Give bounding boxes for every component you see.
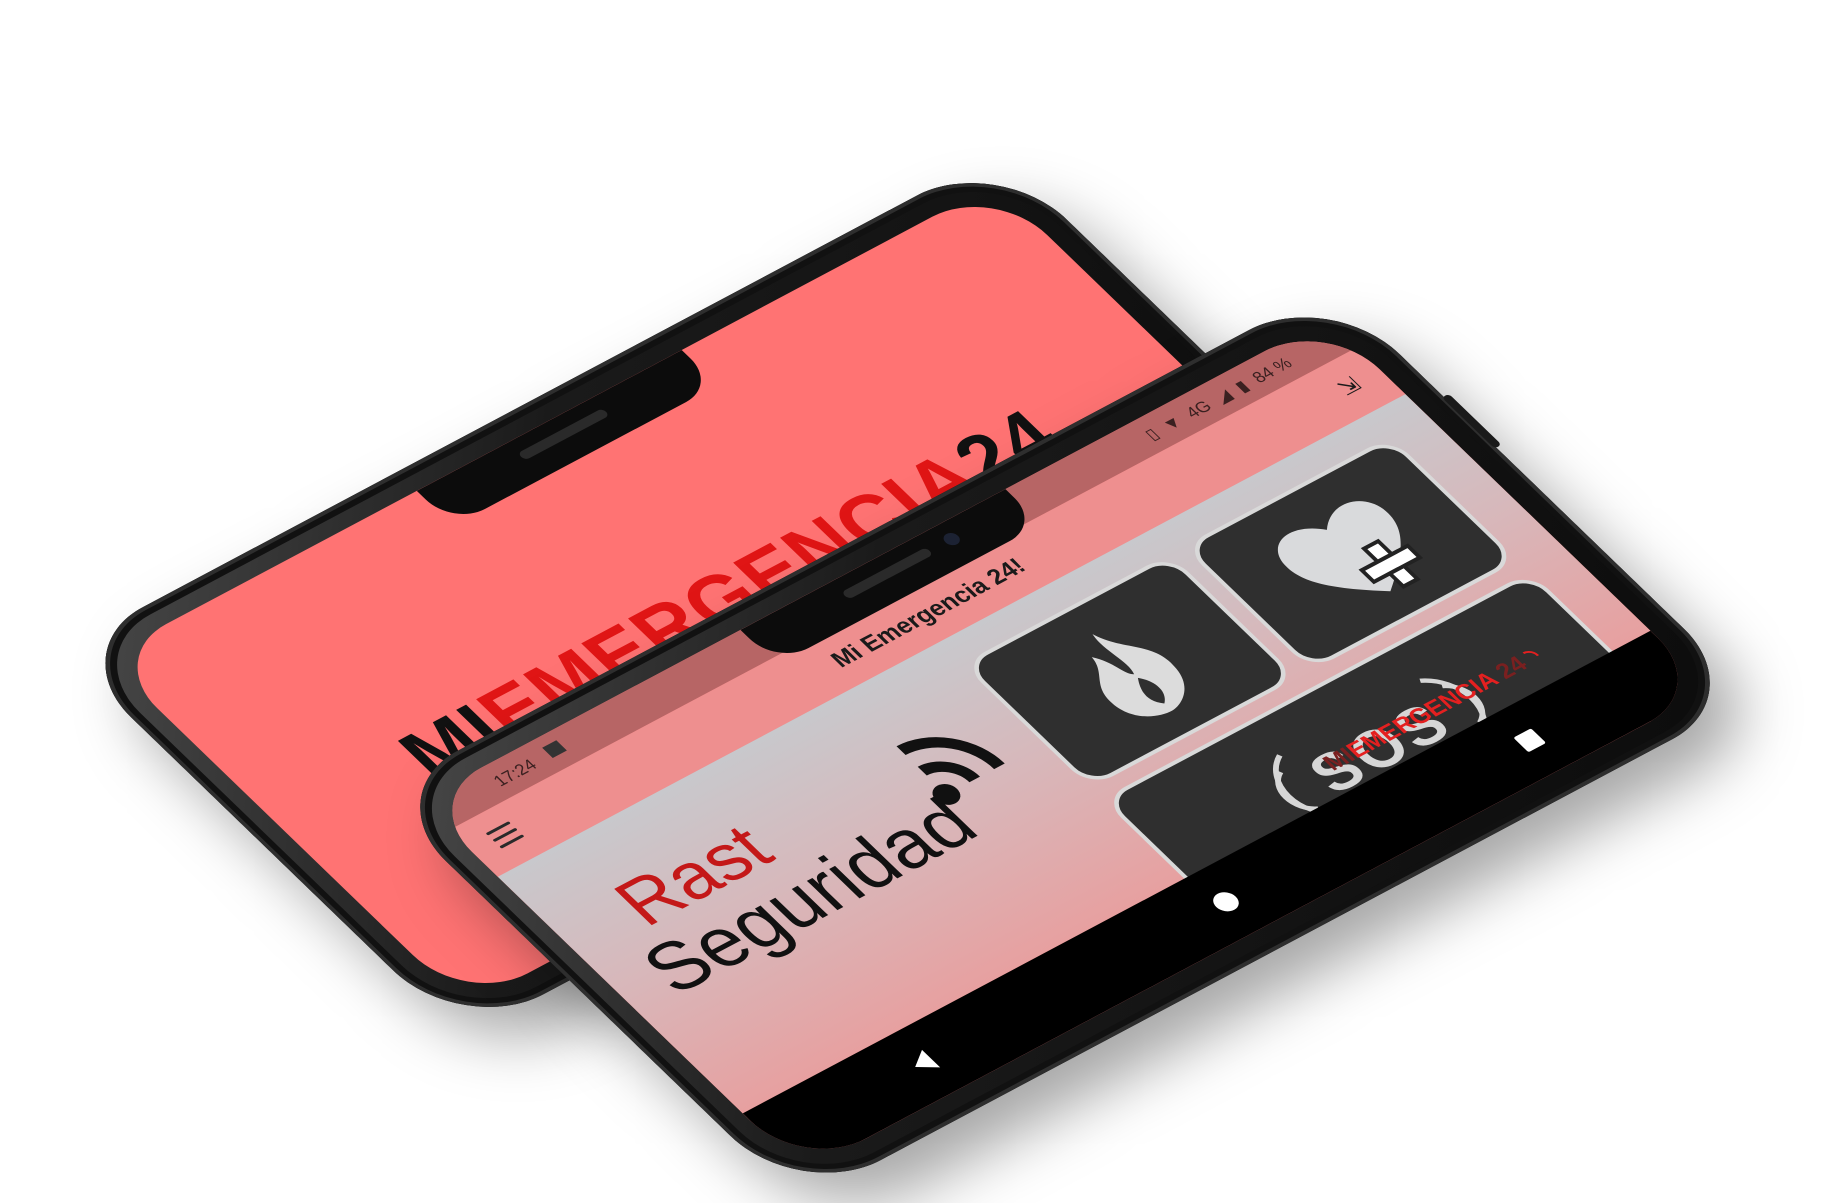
- wifi-status-icon: ▼: [1157, 412, 1188, 435]
- nav-back-icon[interactable]: [906, 1049, 941, 1076]
- heart-medical-icon: [1277, 501, 1423, 592]
- signal-icon: ◢: [1210, 386, 1237, 407]
- battery-icon: ▮: [1230, 377, 1254, 396]
- network-type: 4G: [1181, 397, 1216, 422]
- earpiece-speaker: [517, 408, 610, 461]
- notification-icon: [542, 740, 567, 759]
- fire-icon: [1091, 634, 1185, 717]
- notch: [416, 350, 718, 526]
- nav-home-icon[interactable]: [1207, 888, 1244, 915]
- nav-recents-icon[interactable]: [1513, 728, 1546, 753]
- front-camera: [940, 530, 964, 548]
- vibrate-icon: ▯: [1140, 425, 1164, 444]
